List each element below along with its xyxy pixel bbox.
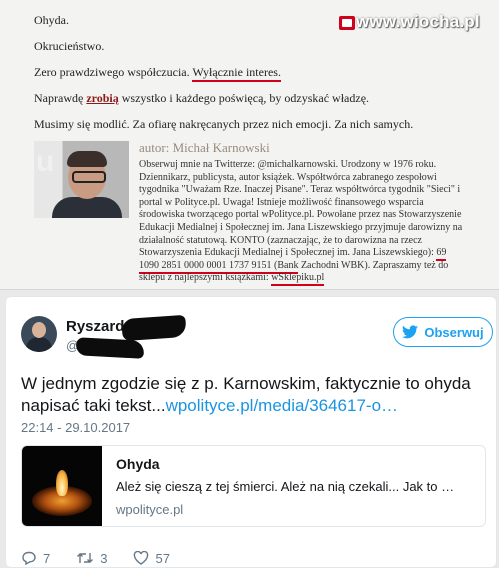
like-count: 57	[155, 550, 170, 566]
bio-text: Obserwuj mnie na Twitterze: @michalkarno…	[139, 159, 463, 259]
candle-flame-icon	[56, 470, 68, 496]
watermark-logo-icon	[339, 16, 355, 30]
highlighted-phrase: Wyłącznie interes.	[192, 65, 281, 82]
like-button[interactable]: 57	[133, 549, 170, 567]
tweet-text: W jednym zgodzie się z p. Karnowskim, fa…	[21, 373, 491, 417]
user-display-name[interactable]: Ryszard	[66, 318, 124, 335]
article-text: wszystko i każdego poświęcą, by odzyskać…	[118, 91, 370, 105]
author-photo: u	[34, 141, 129, 218]
card-domain: wpolityce.pl	[116, 502, 184, 517]
article-paragraph: Musimy się modlić. Za ofiarę nakręcanych…	[34, 117, 414, 131]
article-text: Naprawdę	[34, 91, 87, 105]
redaction-scribble	[75, 337, 145, 359]
link-preview-card[interactable]: Ohyda Ależ się cieszą z tej śmierci. Ale…	[21, 445, 486, 527]
author-bio: Obserwuj mnie na Twitterze: @michalkarno…	[139, 159, 464, 287]
shop-link[interactable]: wSklepiku.pl	[271, 272, 325, 287]
follow-label: Obserwuj	[424, 324, 484, 340]
reply-button[interactable]: 7	[21, 549, 50, 567]
redaction-scribble	[121, 314, 187, 342]
tweet-actions: 7 3 57	[21, 549, 170, 567]
avatar[interactable]	[21, 316, 57, 352]
tweet-timestamp[interactable]: 22:14 - 29.10.2017	[21, 420, 130, 435]
article-paragraph: Okrucieństwo.	[34, 39, 105, 53]
heart-icon	[134, 551, 149, 565]
reply-icon	[22, 551, 36, 565]
article-link[interactable]: zrobią	[86, 91, 118, 105]
card-description: Ależ się cieszą z tej śmierci. Ależ na n…	[116, 479, 455, 494]
reply-count: 7	[43, 550, 51, 566]
article-paragraph: Ohyda.	[34, 13, 69, 27]
watermark: www.wiocha.pl	[356, 12, 480, 31]
article-paragraph: Naprawdę zrobią wszystko i każdego poświ…	[34, 90, 369, 106]
card-title: Ohyda	[116, 456, 160, 472]
author-name: autor: Michał Karnowski	[139, 140, 270, 155]
retweet-icon	[77, 553, 94, 563]
follow-button[interactable]: Obserwuj	[393, 317, 493, 347]
article-paragraph: Zero prawdziwego współczucia. Wyłącznie …	[34, 64, 281, 82]
article-text: Zero prawdziwego współczucia.	[34, 65, 193, 79]
twitter-bird-icon	[402, 325, 419, 339]
article-section: Ohyda. Okrucieństwo. Zero prawdziwego ws…	[0, 0, 499, 290]
tweet-card: Ryszard @ Obserwuj W jednym zgodzie się …	[5, 296, 497, 568]
tweet-link[interactable]: wpolityce.pl/media/364617-o…	[166, 396, 398, 415]
retweet-count: 3	[100, 550, 108, 566]
card-thumbnail	[22, 446, 102, 526]
retweet-button[interactable]: 3	[76, 549, 107, 567]
